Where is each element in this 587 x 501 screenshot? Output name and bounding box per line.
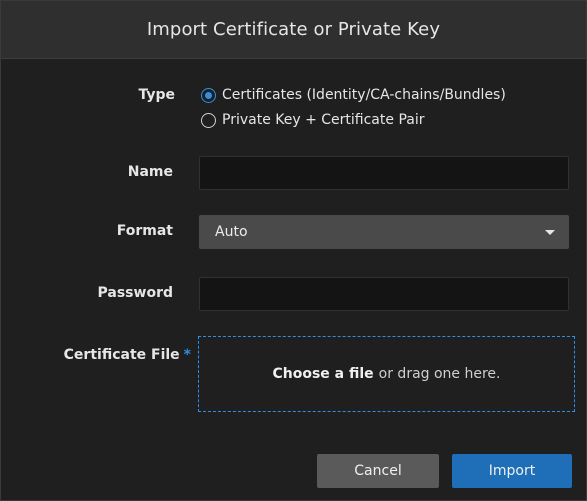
password-input[interactable]	[199, 277, 569, 311]
radio-unchecked-icon[interactable]	[201, 112, 216, 128]
dialog-title: Import Certificate or Private Key	[146, 19, 441, 40]
radio-option-certificates[interactable]: Certificates (Identity/CA-chains/Bundles…	[201, 87, 506, 103]
caret-down-icon	[545, 229, 555, 235]
radio-label-private-key: Private Key + Certificate Pair	[222, 112, 425, 128]
cancel-button[interactable]: Cancel	[317, 454, 439, 488]
type-label: Type	[138, 87, 175, 103]
choose-file-link[interactable]: Choose a file	[272, 366, 373, 382]
certificate-file-label-text: Certificate File	[63, 347, 180, 363]
format-select[interactable]: Auto	[199, 215, 569, 249]
required-marker: *	[183, 347, 191, 363]
import-button[interactable]: Import	[452, 454, 572, 488]
file-dropzone[interactable]: Choose a file or drag one here.	[198, 336, 575, 412]
import-certificate-dialog: Import Certificate or Private Key Type C…	[0, 0, 587, 501]
name-label: Name	[127, 164, 173, 180]
format-label: Format	[116, 223, 173, 239]
certificate-file-label: Certificate File *	[41, 347, 191, 363]
password-label: Password	[97, 285, 173, 301]
name-input[interactable]	[199, 156, 569, 190]
radio-label-certificates: Certificates (Identity/CA-chains/Bundles…	[222, 87, 506, 103]
radio-checked-icon[interactable]	[201, 87, 216, 103]
radio-option-private-key[interactable]: Private Key + Certificate Pair	[201, 112, 424, 128]
format-selected-value: Auto	[215, 224, 248, 240]
drag-hint: or drag one here.	[378, 366, 501, 382]
dialog-header: Import Certificate or Private Key	[1, 1, 586, 59]
radio-dot	[205, 91, 212, 99]
